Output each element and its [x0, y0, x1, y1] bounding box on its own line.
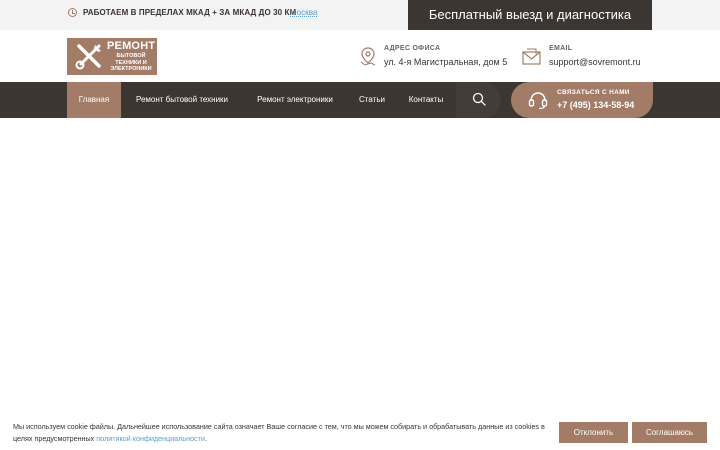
nav-item-contacts[interactable]: Контакты — [401, 82, 451, 118]
search-button[interactable] — [456, 82, 501, 118]
email-label: EMAIL — [549, 45, 573, 52]
cookie-text-main: Мы используем cookie файлы. Дальнейшее и… — [13, 422, 545, 443]
nav-item-home[interactable]: Главная — [67, 82, 121, 118]
email-link[interactable]: support@sovremont.ru — [549, 57, 641, 67]
privacy-policy-link[interactable]: политикой конфиденциальности — [96, 434, 205, 443]
envelope-icon — [522, 48, 541, 65]
cookie-accept-button[interactable]: Соглашаюсь — [632, 422, 707, 443]
contact-phone: +7 (495) 134-58-94 — [557, 100, 635, 110]
site-logo[interactable]: РЕМОНТ БЫТОВОЙ ТЕХНИКИ И ЭЛЕКТРОНИКИ — [67, 38, 157, 75]
clock-icon — [68, 8, 77, 17]
cookie-notice-text: Мы используем cookie файлы. Дальнейшее и… — [13, 421, 553, 445]
tools-icon — [75, 44, 101, 70]
nav-item-articles[interactable]: Статьи — [352, 82, 392, 118]
free-diagnostics-banner[interactable]: Бесплатный выезд и диагностика — [408, 0, 652, 30]
search-icon — [472, 92, 486, 106]
office-address-label: АДРЕС ОФИСА — [384, 45, 441, 52]
city-selector-link[interactable]: Москва — [290, 8, 317, 17]
work-area-text: РАБОТАЕМ В ПРЕДЕЛАХ МКАД + ЗА МКАД ДО 30… — [83, 8, 297, 17]
contact-us-label: СВЯЗАТЬСЯ С НАМИ — [557, 89, 630, 96]
location-pin-icon — [360, 47, 376, 66]
headset-icon — [528, 92, 548, 110]
cookie-decline-button[interactable]: Отклонить — [559, 422, 628, 443]
logo-subtitle: БЫТОВОЙ ТЕХНИКИ И ЭЛЕКТРОНИКИ — [110, 53, 152, 72]
contact-us-button[interactable]: СВЯЗАТЬСЯ С НАМИ +7 (495) 134-58-94 — [511, 82, 653, 118]
hero-image — [3, 100, 717, 415]
office-address-value: ул. 4-я Магистральная, дом 5 — [384, 57, 508, 67]
cookie-text-end: . — [204, 434, 207, 443]
logo-title: РЕМОНТ — [107, 40, 156, 52]
nav-item-electronics-repair[interactable]: Ремонт электроники — [247, 82, 343, 118]
nav-item-appliance-repair[interactable]: Ремонт бытовой техники — [126, 82, 238, 118]
